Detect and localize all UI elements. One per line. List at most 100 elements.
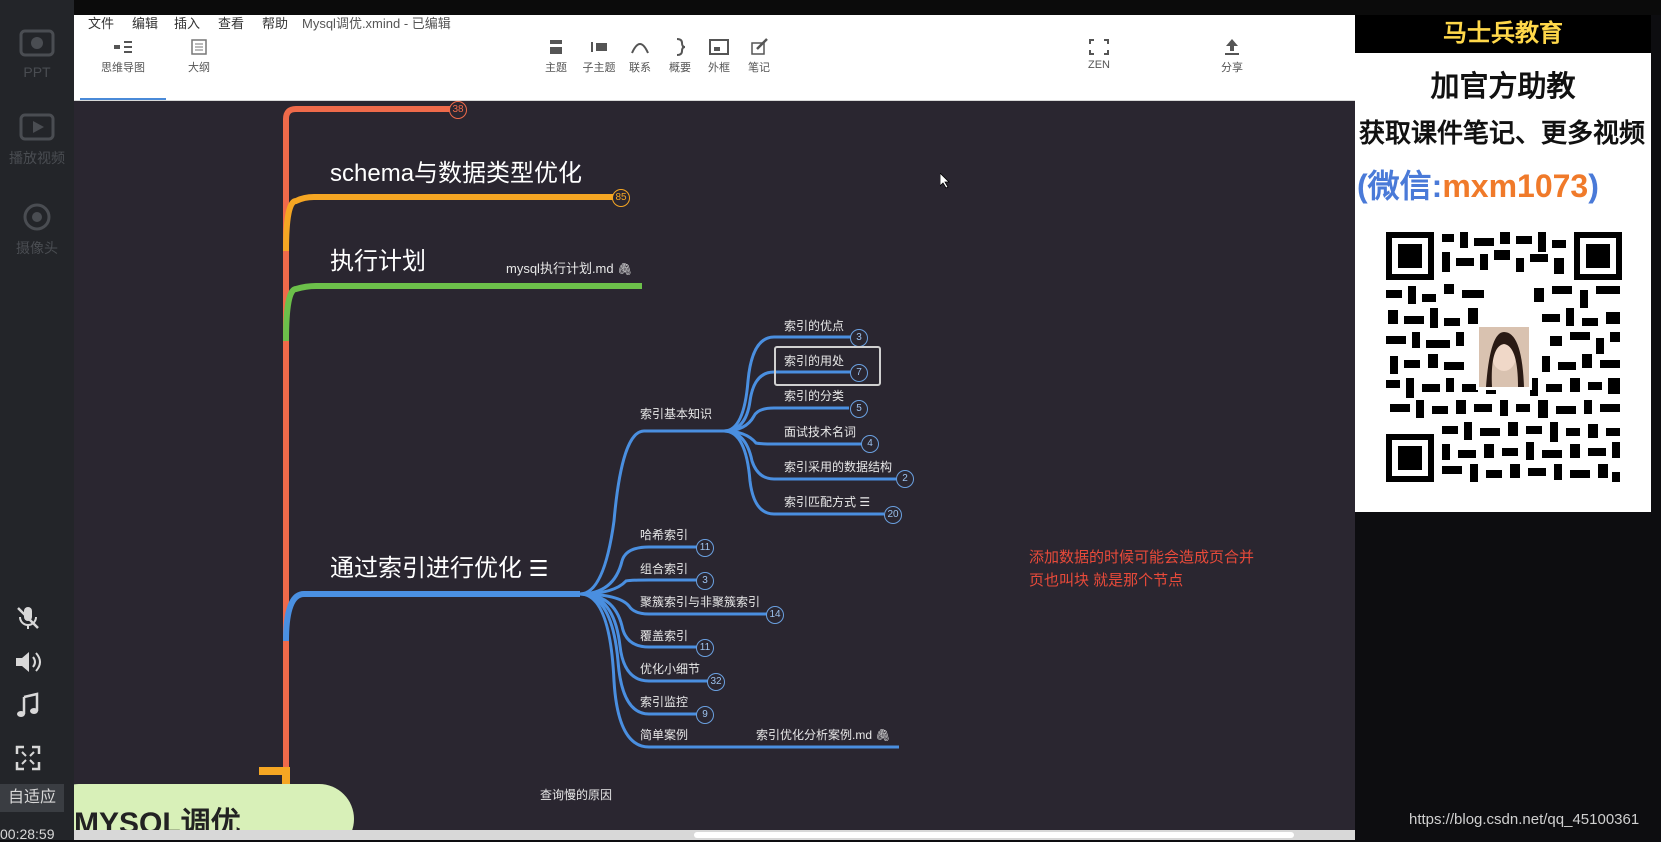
- topic-1-badge[interactable]: 38: [449, 101, 467, 119]
- document-title: Mysql调优.xmind - 已编辑: [302, 16, 451, 31]
- simple-case-attachment[interactable]: 索引优化分析案例.md 🖇: [756, 726, 891, 743]
- topic-schema-badge[interactable]: 85: [612, 189, 630, 207]
- top-strip: [0, 0, 1661, 15]
- index-match-mode-badge[interactable]: 20: [884, 506, 902, 524]
- hash-index-badge[interactable]: 11: [696, 539, 714, 557]
- note-button[interactable]: 笔记: [734, 38, 784, 75]
- scrollbar-thumb[interactable]: [694, 832, 1294, 838]
- horizontal-scrollbar[interactable]: [74, 830, 1355, 840]
- mindmap-connectors: [259, 106, 899, 840]
- mindmap-canvas[interactable]: 38 schema与数据类型优化 85 执行计划 mysql执行计划.md 🖇 …: [74, 101, 1355, 840]
- share-button[interactable]: 分享: [1207, 38, 1257, 75]
- mouse-cursor-icon: [940, 173, 950, 189]
- adapt-button[interactable]: 自适应: [0, 784, 64, 812]
- music-toggle[interactable]: [10, 688, 46, 724]
- promo-bottom-area: [1355, 512, 1661, 840]
- index-usage[interactable]: 索引的用处: [784, 352, 844, 369]
- paperclip-icon: 🖇: [875, 728, 891, 742]
- mic-muted-icon: [17, 607, 39, 629]
- simple-case[interactable]: 简单案例: [640, 726, 688, 743]
- execution-plan-attachment[interactable]: mysql执行计划.md 🖇: [506, 258, 632, 277]
- ppt-label: PPT: [23, 64, 51, 80]
- promo-line-3: (微信:mxm1073): [1357, 168, 1599, 204]
- volume-toggle[interactable]: [10, 644, 46, 680]
- summary-icon: [676, 38, 686, 56]
- branch-line-topic-3: [283, 283, 642, 342]
- index-advantages[interactable]: 索引的优点: [784, 317, 844, 334]
- floating-annotation[interactable]: 添加数据的时候可能会造成页合并 页也叫块 就是那个节点: [1029, 546, 1254, 592]
- note-lines-icon: ☰: [859, 495, 871, 509]
- active-tab-indicator: [80, 98, 166, 100]
- mic-toggle[interactable]: [10, 600, 46, 636]
- xmind-window: 文件 编辑 插入 查看 帮助 Mysql调优.xmind - 已编辑 思维导图 …: [74, 15, 1355, 840]
- fullscreen-icon: [15, 745, 41, 771]
- camera-button[interactable]: 摄像头: [0, 202, 74, 258]
- relationship-icon: [631, 43, 649, 54]
- paperclip-icon: 🖇: [617, 262, 633, 276]
- live-side-panel: PPT 播放视频 摄像头 自适应 00:28:59: [0, 0, 74, 842]
- index-classification[interactable]: 索引的分类: [784, 387, 844, 404]
- camera-icon: [23, 203, 51, 231]
- branch-line-topic-1: [283, 106, 456, 840]
- index-advantages-badge[interactable]: 3: [850, 329, 868, 347]
- menu-view[interactable]: 查看: [218, 15, 244, 32]
- boundary-icon: [709, 39, 729, 55]
- slow-query-reasons-partial[interactable]: 查询慢的原因: [540, 786, 612, 803]
- menu-insert[interactable]: 插入: [174, 15, 200, 32]
- optimization-details[interactable]: 优化小细节: [640, 660, 700, 677]
- outline-icon: [191, 39, 207, 55]
- index-usage-badge[interactable]: 7: [850, 364, 868, 382]
- optimization-details-badge[interactable]: 32: [707, 673, 725, 691]
- index-data-structure[interactable]: 索引采用的数据结构: [784, 458, 892, 475]
- index-match-mode[interactable]: 索引匹配方式 ☰: [784, 493, 870, 510]
- play-video-label: 播放视频: [9, 150, 65, 166]
- topic-execution-plan[interactable]: 执行计划: [330, 241, 426, 276]
- clustered-index-badge[interactable]: 14: [766, 606, 784, 624]
- composite-index[interactable]: 组合索引: [640, 560, 688, 577]
- interview-terms[interactable]: 面试技术名词: [784, 423, 856, 440]
- promo-brand: 马士兵教育: [1355, 15, 1651, 53]
- music-note-icon: [17, 692, 39, 717]
- ppt-icon: [19, 29, 55, 57]
- menu-help[interactable]: 帮助: [262, 15, 288, 32]
- topic-icon: [550, 40, 562, 54]
- tab-outline[interactable]: 大纲: [174, 38, 224, 75]
- menu-bar: 文件 编辑 插入 查看 帮助 Mysql调优.xmind - 已编辑: [74, 15, 1355, 32]
- share-icon: [1225, 39, 1239, 55]
- promo-panel: 马士兵教育 加官方助教 获取课件笔记、更多视频 (微信:mxm1073): [1355, 15, 1651, 512]
- subtopic-icon: [591, 42, 607, 52]
- play-video-button[interactable]: 播放视频: [0, 112, 74, 168]
- hash-index[interactable]: 哈希索引: [640, 526, 688, 543]
- interview-terms-badge[interactable]: 4: [861, 435, 879, 453]
- zen-button[interactable]: ZEN: [1074, 38, 1124, 71]
- index-basics[interactable]: 索引基本知识: [640, 405, 712, 422]
- tab-mindmap[interactable]: 思维导图: [98, 38, 148, 75]
- toolbar: 思维导图 大纲 主题 子主题 联系 概要 外框 笔记 ZEN 分享: [74, 32, 1355, 101]
- play-video-icon: [19, 113, 55, 141]
- mindmap-icon: [114, 41, 132, 53]
- qr-code-icon: [1382, 228, 1626, 486]
- camera-label: 摄像头: [16, 240, 58, 256]
- menu-file[interactable]: 文件: [88, 15, 114, 32]
- covering-index-badge[interactable]: 11: [696, 639, 714, 657]
- branch-line-topic-4: [283, 591, 580, 642]
- ppt-button[interactable]: PPT: [0, 28, 74, 80]
- index-classification-badge[interactable]: 5: [850, 400, 868, 418]
- fullscreen-button[interactable]: [10, 740, 46, 776]
- volume-icon: [16, 652, 41, 672]
- note-lines-icon: ☰: [528, 556, 549, 581]
- promo-line-1: 加官方助教: [1430, 71, 1576, 103]
- index-monitoring-badge[interactable]: 9: [696, 706, 714, 724]
- index-monitoring[interactable]: 索引监控: [640, 693, 688, 710]
- zen-icon: [1089, 39, 1109, 55]
- menu-edit[interactable]: 编辑: [132, 15, 158, 32]
- promo-line-2: 获取课件笔记、更多视频: [1359, 118, 1646, 148]
- clustered-index[interactable]: 聚簇索引与非聚簇索引: [640, 593, 760, 610]
- note-icon: [751, 38, 768, 55]
- topic-schema[interactable]: schema与数据类型优化: [330, 153, 582, 188]
- composite-index-badge[interactable]: 3: [696, 572, 714, 590]
- index-data-structure-badge[interactable]: 2: [896, 470, 914, 488]
- source-watermark: https://blog.csdn.net/qq_45100361: [1409, 811, 1640, 828]
- topic-index-optimization[interactable]: 通过索引进行优化 ☰: [330, 548, 548, 583]
- covering-index[interactable]: 覆盖索引: [640, 627, 688, 644]
